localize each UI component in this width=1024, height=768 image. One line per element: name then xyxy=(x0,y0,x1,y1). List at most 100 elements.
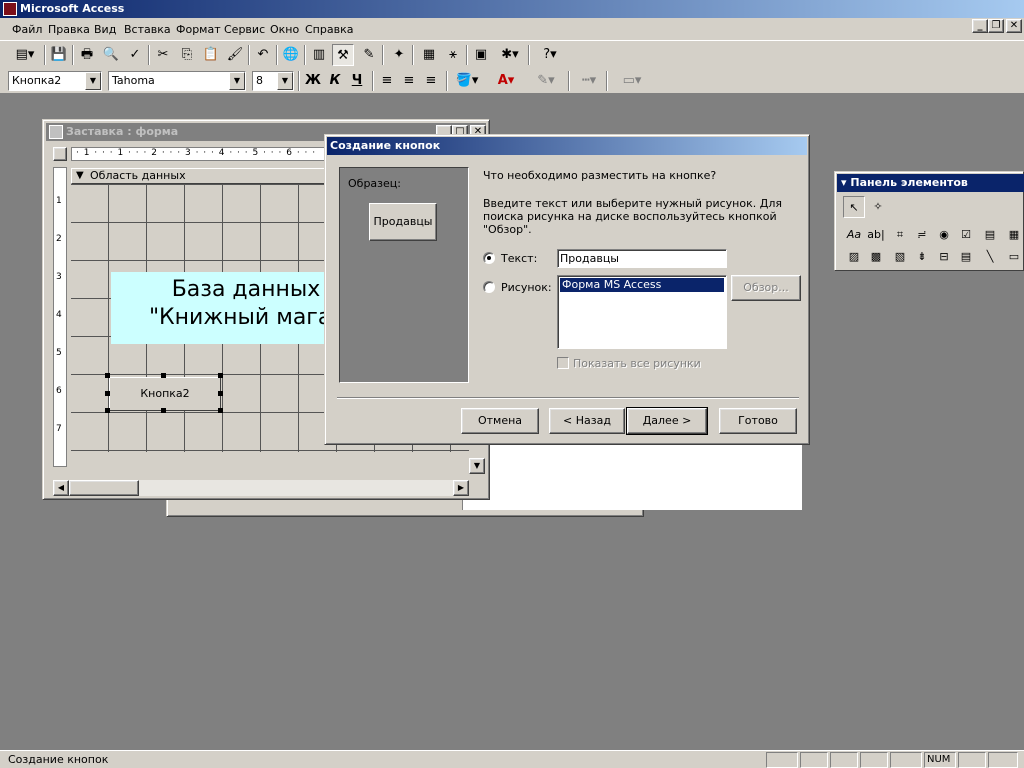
build-icon[interactable]: ⚹ xyxy=(442,44,464,66)
format-painter-icon[interactable]: 🖌 xyxy=(224,44,246,66)
toolbox-toggle-icon[interactable]: ⚒ xyxy=(332,44,354,66)
align-left-icon[interactable]: ≡ xyxy=(376,70,398,92)
resize-handle[interactable] xyxy=(218,373,223,378)
help-icon[interactable]: ?▾ xyxy=(534,44,566,66)
back-button[interactable]: < Назад xyxy=(549,408,625,434)
menu-help[interactable]: Справка xyxy=(305,23,353,36)
option-group-icon[interactable]: ⌗ xyxy=(889,224,911,246)
new-object-icon[interactable]: ✱▾ xyxy=(494,44,526,66)
mdi-restore-button[interactable]: ❐ xyxy=(988,19,1004,33)
bound-frame-icon[interactable]: ▧ xyxy=(889,246,911,268)
resize-handle[interactable] xyxy=(105,391,110,396)
database-window-icon[interactable]: ▣ xyxy=(470,44,492,66)
unbound-frame-icon[interactable]: ▩ xyxy=(865,246,887,268)
listbox-tool-icon[interactable]: ▦ xyxy=(1003,224,1024,246)
field-list-icon[interactable]: ▥ xyxy=(308,44,330,66)
toolbox-title: Панель элементов xyxy=(850,176,968,189)
picture-list-item[interactable]: Форма MS Access xyxy=(560,278,724,292)
horizontal-scrollbar[interactable]: ◀ ▶ xyxy=(53,480,469,496)
spelling-icon[interactable]: ✓ xyxy=(124,44,146,66)
undo-icon[interactable]: ↶ xyxy=(252,44,274,66)
menu-window[interactable]: Окно xyxy=(270,23,299,36)
toolbox-title-bar[interactable]: ▾ Панель элементов xyxy=(837,174,1024,192)
font-combo[interactable]: Tahoma ▼ xyxy=(108,71,246,91)
menu-tools[interactable]: Сервис xyxy=(224,23,265,36)
scroll-left-icon[interactable]: ◀ xyxy=(53,480,69,496)
rectangle-tool-icon[interactable]: ▭ xyxy=(1003,246,1024,268)
autoformat-icon[interactable]: ✎ xyxy=(358,44,380,66)
resize-handle[interactable] xyxy=(105,408,110,413)
underline-button[interactable]: Ч xyxy=(346,70,368,92)
next-button[interactable]: Далее > xyxy=(626,407,708,435)
font-size-combo[interactable]: 8 ▼ xyxy=(252,71,294,91)
checkbox-tool-icon[interactable]: ☑ xyxy=(955,224,977,246)
scroll-down-icon[interactable]: ▼ xyxy=(469,458,485,474)
page-break-icon[interactable]: ⇟ xyxy=(911,246,933,268)
mdi-minimize-button[interactable]: _ xyxy=(972,19,988,33)
fill-color-icon[interactable]: 🪣▾ xyxy=(452,70,482,92)
textbox-tool-icon[interactable]: ab| xyxy=(865,224,887,246)
copy-icon[interactable]: ⎘ xyxy=(176,44,198,66)
menu-format[interactable]: Формат xyxy=(176,23,221,36)
code-icon[interactable]: ✦ xyxy=(388,44,410,66)
chevron-down-icon[interactable]: ▼ xyxy=(229,72,245,90)
properties-icon[interactable]: ▦ xyxy=(418,44,440,66)
scroll-thumb[interactable] xyxy=(69,480,139,496)
save-icon[interactable]: 💾 xyxy=(48,44,70,66)
resize-handle[interactable] xyxy=(218,408,223,413)
option-button-icon[interactable]: ◉ xyxy=(933,224,955,246)
menu-view[interactable]: Вид xyxy=(94,23,116,36)
text-radio-label[interactable]: Текст: xyxy=(501,252,537,265)
select-objects-icon[interactable]: ↖ xyxy=(843,196,865,218)
control-wizards-icon[interactable]: ✧ xyxy=(867,196,889,218)
print-preview-icon[interactable]: 🔍 xyxy=(100,44,122,66)
resize-handle[interactable] xyxy=(161,373,166,378)
paste-icon[interactable]: 📋 xyxy=(200,44,222,66)
bold-button[interactable]: Ж xyxy=(302,70,324,92)
show-all-label[interactable]: Показать все рисунки xyxy=(573,357,701,370)
line-color-icon[interactable]: ✎▾ xyxy=(530,70,562,92)
line-tool-icon[interactable]: ╲ xyxy=(979,246,1001,268)
scroll-right-icon[interactable]: ▶ xyxy=(453,480,469,496)
picture-list[interactable]: Форма MS Access xyxy=(557,275,727,349)
combobox-tool-icon[interactable]: ▤ xyxy=(979,224,1001,246)
resize-handle[interactable] xyxy=(161,408,166,413)
menu-insert[interactable]: Вставка xyxy=(124,23,171,36)
label-tool-icon[interactable]: Aa xyxy=(843,224,865,246)
align-right-icon[interactable]: ≡ xyxy=(420,70,442,92)
font-color-icon[interactable]: A▾ xyxy=(490,70,522,92)
tab-control-icon[interactable]: ⊟ xyxy=(933,246,955,268)
form-button-knopka2[interactable]: Кнопка2 xyxy=(109,377,221,411)
object-combo[interactable]: Кнопка2 ▼ xyxy=(8,71,102,91)
print-icon[interactable]: 🖶 xyxy=(76,44,98,66)
subform-icon[interactable]: ▤ xyxy=(955,246,977,268)
cancel-button[interactable]: Отмена xyxy=(461,408,539,434)
special-effect-icon[interactable]: ▭▾ xyxy=(612,70,652,92)
toolbox-menu-icon[interactable]: ▾ xyxy=(841,176,850,189)
resize-handle[interactable] xyxy=(218,391,223,396)
chevron-down-icon[interactable]: ▼ xyxy=(85,72,101,90)
cut-icon[interactable]: ✂ xyxy=(152,44,174,66)
picture-radio[interactable] xyxy=(483,281,495,293)
line-width-icon[interactable]: ┅▾ xyxy=(574,70,604,92)
chevron-down-icon[interactable]: ▼ xyxy=(277,72,293,90)
finish-button[interactable]: Готово xyxy=(719,408,797,434)
resize-handle[interactable] xyxy=(105,373,110,378)
hyperlink-icon[interactable]: 🌐 xyxy=(280,44,302,66)
italic-button[interactable]: К xyxy=(324,70,346,92)
browse-button[interactable]: Обзор... xyxy=(731,275,801,301)
view-toggle-icon[interactable]: ▤▾ xyxy=(8,44,42,66)
picture-radio-label[interactable]: Рисунок: xyxy=(501,281,552,294)
button-text-input[interactable]: Продавцы xyxy=(557,249,727,268)
show-all-checkbox[interactable] xyxy=(557,357,569,369)
menu-file[interactable]: Файл xyxy=(12,23,42,36)
mdi-close-button[interactable]: ✕ xyxy=(1006,19,1022,33)
toggle-button-icon[interactable]: ≓ xyxy=(911,224,933,246)
text-radio[interactable] xyxy=(483,252,495,264)
menu-edit[interactable]: Правка xyxy=(48,23,90,36)
vertical-scrollbar[interactable]: ▼ xyxy=(469,446,485,476)
form-selector[interactable] xyxy=(53,147,67,161)
align-center-icon[interactable]: ≡ xyxy=(398,70,420,92)
image-tool-icon[interactable]: ▨ xyxy=(843,246,865,268)
toolbox-panel: ▾ Панель элементов ↖ ✧ Aa ab| ⌗ ≓ ◉ ☑ ▤ … xyxy=(834,171,1024,271)
